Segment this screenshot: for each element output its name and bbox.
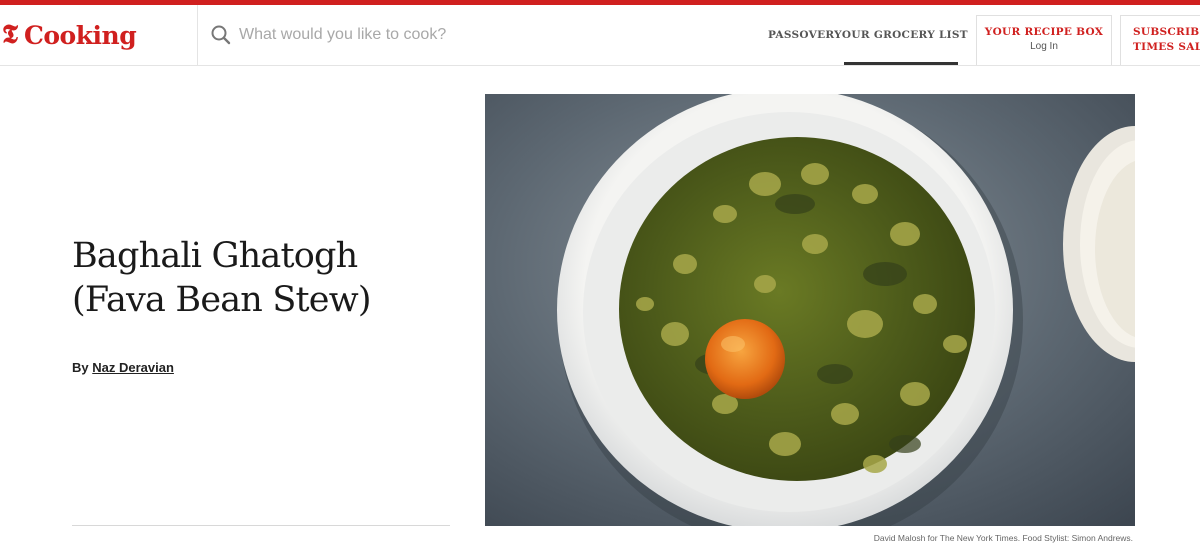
subscribe-sublabel: TIMES SALE: [1133, 41, 1200, 53]
logo-wordmark: Cooking: [23, 20, 137, 50]
recipe-title-line2: (Fava Bean Stew): [72, 280, 372, 320]
subscribe-label: SUBSCRIBE: [1133, 26, 1200, 38]
byline-label: By: [72, 360, 89, 375]
nav-passover[interactable]: PASSOVER: [768, 5, 834, 65]
cooking-logo[interactable]: 𝕿 Cooking: [0, 5, 198, 65]
recipe-box-button[interactable]: YOUR RECIPE BOX Log In: [976, 15, 1112, 65]
nav-grocery-list[interactable]: YOUR GROCERY LIST: [834, 5, 967, 65]
recipe-photo: [485, 94, 1135, 526]
photo-credit: David Malosh for The New York Times. Foo…: [873, 533, 1133, 543]
section-divider: [72, 525, 450, 526]
recipe-box-label: YOUR RECIPE BOX: [984, 26, 1104, 38]
byline: By Naz Deravian: [72, 360, 174, 375]
search-input[interactable]: [239, 26, 719, 44]
author-link[interactable]: Naz Deravian: [92, 360, 174, 375]
recipe-title: Baghali Ghatogh (Fava Bean Stew): [72, 234, 472, 322]
subscribe-button[interactable]: SUBSCRIBE TIMES SALE: [1120, 15, 1200, 65]
login-link[interactable]: Log In: [977, 41, 1111, 52]
recipe-title-line1: Baghali Ghatogh: [72, 236, 358, 276]
site-header: 𝕿 Cooking PASSOVER YOUR GROCERY LIST YOU…: [0, 5, 1200, 66]
search-bar: [199, 5, 754, 65]
active-tab-underline: [844, 62, 958, 65]
search-icon[interactable]: [209, 23, 233, 47]
nyt-logo-icon: 𝕿: [2, 20, 18, 50]
